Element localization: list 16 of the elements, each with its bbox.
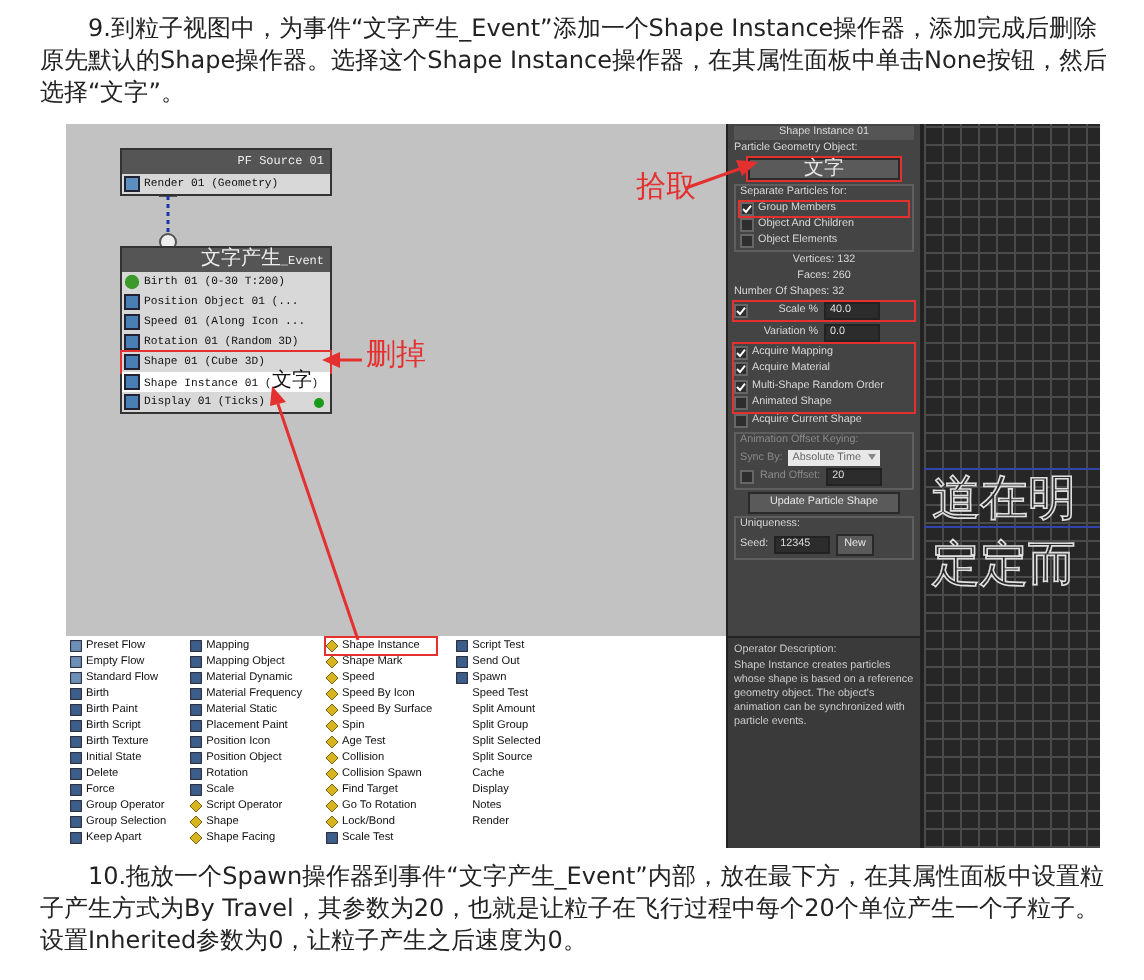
operator-icon bbox=[124, 176, 140, 192]
annotation-label: 拾取 bbox=[636, 168, 696, 206]
pick-object-button[interactable]: 文字 bbox=[748, 158, 900, 181]
sphere-icon bbox=[124, 274, 140, 290]
annotation-arrow bbox=[322, 352, 362, 368]
annotation-label: 删掉 bbox=[366, 336, 426, 374]
text-object: 道在明 bbox=[924, 468, 1100, 528]
caret-icon bbox=[868, 454, 877, 461]
checkmark-icon bbox=[736, 306, 746, 317]
operator-icon bbox=[326, 832, 339, 844]
checkbox[interactable] bbox=[734, 304, 748, 319]
checkmark-icon bbox=[742, 203, 752, 214]
text-object: 定定而 bbox=[929, 536, 1078, 592]
instruction-paragraph: 10.拖放一个Spawn操作器到事件“文字产生_Event”内部，放在最下方，在其属性面板中设置粒子产生方式为By Travel，其参数为20，也就是让粒子在飞行过程中每个20个单位产生一个子粒子。设置Inherited参数为0，让粒子产生之后速度为0。 bbox=[40, 860, 1106, 956]
status-dot-icon bbox=[314, 397, 324, 407]
instruction-paragraph: 9.到粒子视图中，为事件“文字产生_Event”添加一个Shape Instance操作器，添加完成后删除原先默认的Shape操作器。选择这个Shape Instance操作器，在其属性面板中单击None按钮，然后选择“文字”。 bbox=[40, 12, 1108, 108]
